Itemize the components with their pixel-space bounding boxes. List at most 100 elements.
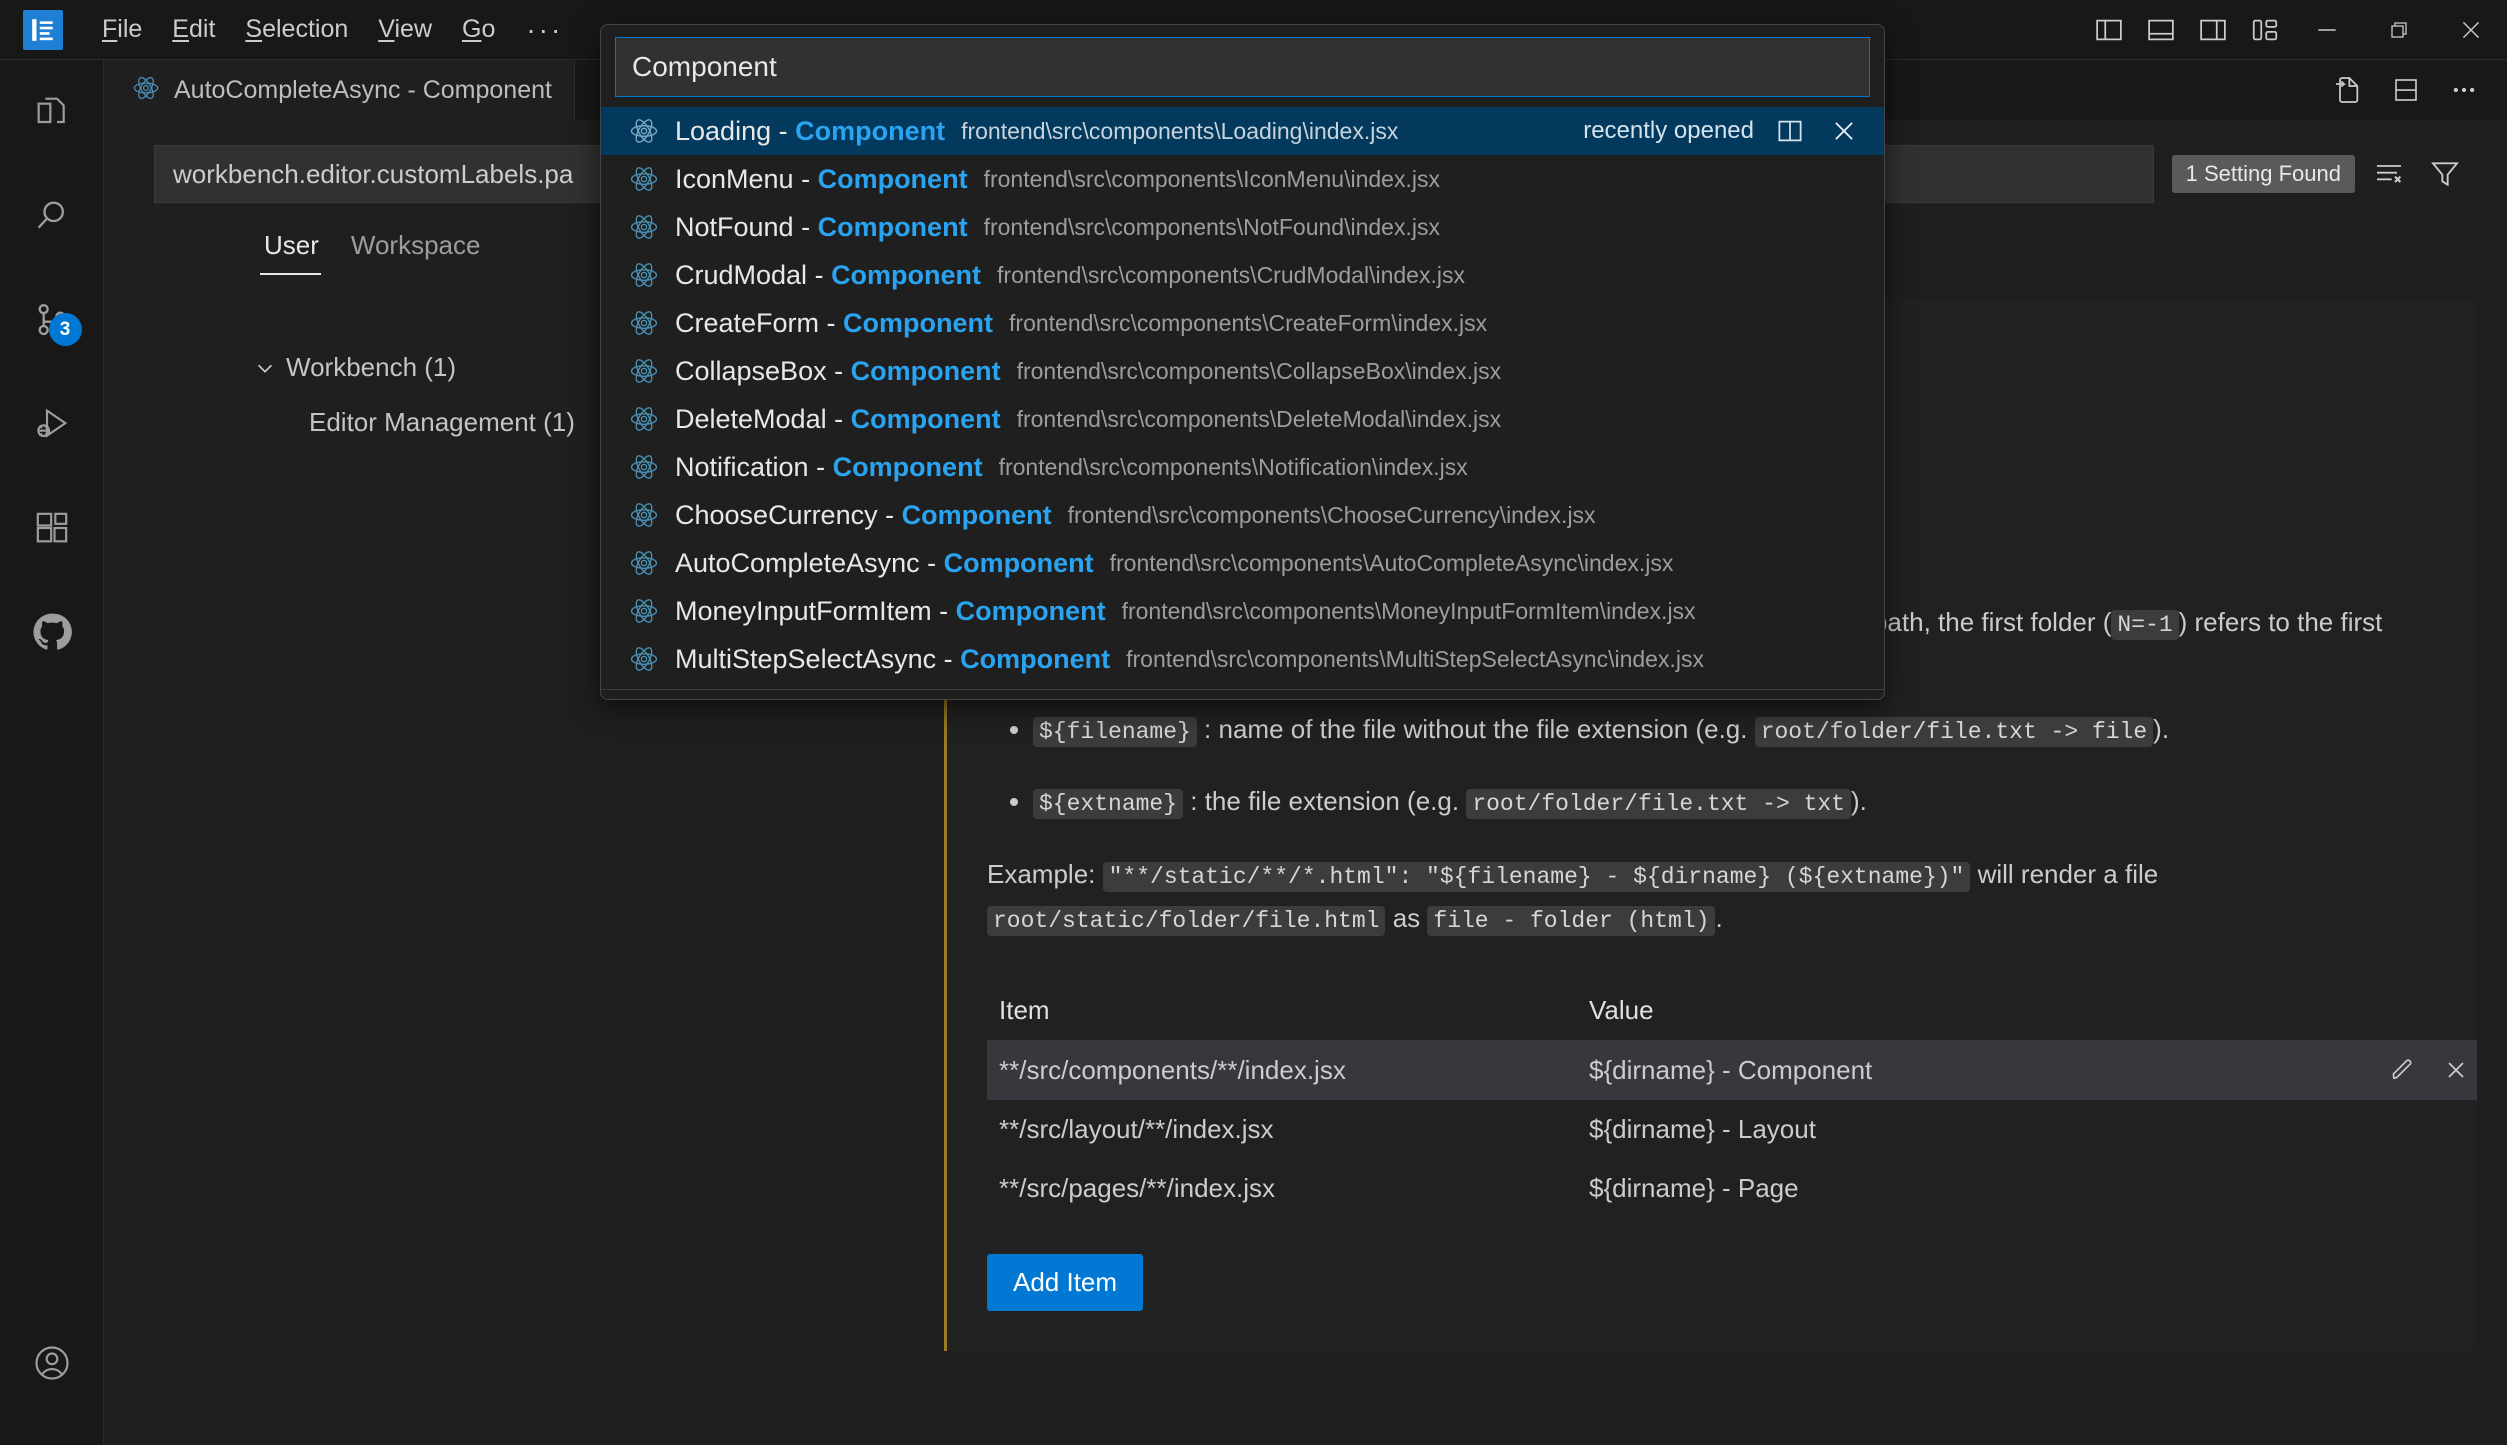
example-label: Example: bbox=[987, 859, 1103, 889]
window-minimize-button[interactable] bbox=[2291, 0, 2363, 60]
quick-open-item-path: frontend\src\components\CollapseBox\inde… bbox=[1017, 358, 1502, 385]
quick-open-item-name: IconMenu - Component bbox=[675, 164, 968, 195]
menu-file-rest: ile bbox=[117, 15, 142, 43]
sidebar-item-explorer[interactable] bbox=[0, 60, 104, 164]
customize-layout-icon[interactable] bbox=[2239, 6, 2291, 54]
sidebar-item-accounts[interactable] bbox=[0, 1311, 104, 1415]
bullet-filename-code: ${filename} bbox=[1033, 717, 1197, 747]
quick-open-item-path: frontend\src\components\Notification\ind… bbox=[999, 454, 1468, 481]
quick-open-item-path: frontend\src\components\MultiStepSelectA… bbox=[1126, 646, 1704, 673]
tab-settings-editor[interactable]: AutoCompleteAsync - Component bbox=[104, 60, 575, 120]
quick-open-item-name: AutoCompleteAsync - Component bbox=[675, 548, 1094, 579]
table-row[interactable]: **/src/pages/**/index.jsx ${dirname} - P… bbox=[987, 1159, 2477, 1218]
open-settings-json-icon[interactable] bbox=[2323, 65, 2373, 115]
quick-open-input[interactable] bbox=[615, 37, 1870, 97]
react-icon bbox=[629, 116, 659, 146]
quick-open-item-path: frontend\src\components\IconMenu\index.j… bbox=[984, 166, 1440, 193]
react-icon bbox=[629, 260, 659, 290]
tab-user[interactable]: User bbox=[254, 220, 341, 275]
quick-open-item-name: DeleteModal - Component bbox=[675, 404, 1001, 435]
menu-selection[interactable]: Selection bbox=[230, 11, 363, 48]
quick-open-item[interactable]: AutoCompleteAsync - Component frontend\s… bbox=[601, 539, 1884, 587]
sidebar-item-search[interactable] bbox=[0, 164, 104, 268]
example-code-3: file - folder (html) bbox=[1427, 906, 1715, 936]
settings-result-count: 1 Setting Found bbox=[2172, 155, 2355, 193]
qp-name-4: CreateForm bbox=[675, 308, 819, 338]
quick-open-item-name: Loading - Component bbox=[675, 116, 945, 147]
react-icon bbox=[629, 596, 659, 626]
bullet-extname-code: ${extname} bbox=[1033, 789, 1183, 819]
toggle-panel-icon[interactable] bbox=[2135, 6, 2187, 54]
sidebar-item-extensions[interactable] bbox=[0, 476, 104, 580]
quick-open-item[interactable]: NotFound - Component frontend\src\compon… bbox=[601, 203, 1884, 251]
qp-name-5: CollapseBox bbox=[675, 356, 827, 386]
sidebar-item-run-and-debug[interactable] bbox=[0, 372, 104, 476]
window-restore-button[interactable] bbox=[2363, 0, 2435, 60]
menu-view-rest: iew bbox=[394, 15, 432, 43]
quick-open-item[interactable]: CreateForm - Component frontend\src\comp… bbox=[601, 299, 1884, 347]
row-item: **/src/layout/**/index.jsx bbox=[999, 1114, 1589, 1145]
quick-open-item-name: CrudModal - Component bbox=[675, 260, 981, 291]
qp-hl-9: Component bbox=[944, 548, 1094, 578]
desc-code-nm1: N=-1 bbox=[2111, 610, 2178, 640]
column-header-value: Value bbox=[1589, 995, 2477, 1026]
quick-open-item-path: frontend\src\components\Loading\index.js… bbox=[961, 118, 1398, 145]
setting-description-bullets: ${filename} : name of the file without t… bbox=[1033, 710, 2437, 821]
quick-open-item[interactable]: CrudModal - Component frontend\src\compo… bbox=[601, 251, 1884, 299]
toggle-secondary-sidebar-icon[interactable] bbox=[2187, 6, 2239, 54]
editor-tab-actions bbox=[2323, 60, 2489, 120]
quick-open-item[interactable]: MoneyInputFormItem - Component frontend\… bbox=[601, 587, 1884, 635]
table-row[interactable]: **/src/layout/**/index.jsx ${dirname} - … bbox=[987, 1100, 2477, 1159]
activity-bar: 3 bbox=[0, 60, 104, 1445]
sidebar-item-github[interactable] bbox=[0, 580, 104, 684]
menu-go[interactable]: Go bbox=[447, 11, 510, 48]
quick-open-item[interactable]: CollapseBox - Component frontend\src\com… bbox=[601, 347, 1884, 395]
toc-item-editor-management-label: Editor Management (1) bbox=[309, 407, 575, 438]
clear-settings-search-icon[interactable] bbox=[2367, 152, 2411, 196]
tab-workspace[interactable]: Workspace bbox=[341, 220, 503, 275]
bullet-filename: ${filename} : name of the file without t… bbox=[1033, 710, 2437, 750]
quick-open-item[interactable]: MultiStepSelectAsync - Component fronten… bbox=[601, 635, 1884, 683]
quick-open-item[interactable]: Notification - Component frontend\src\co… bbox=[601, 443, 1884, 491]
settings-scope-tabs: User Workspace bbox=[254, 220, 502, 275]
quick-open-separator bbox=[601, 689, 1884, 690]
qp-hl-2: Component bbox=[818, 212, 968, 242]
tab-label: AutoCompleteAsync - Component bbox=[174, 76, 552, 105]
qp-name-1: IconMenu bbox=[675, 164, 794, 194]
menu-edit[interactable]: Edit bbox=[157, 11, 230, 48]
menu-overflow-button[interactable]: ··· bbox=[510, 14, 579, 46]
open-to-the-side-icon[interactable] bbox=[1772, 113, 1808, 149]
edit-item-icon[interactable] bbox=[2387, 1055, 2417, 1085]
example-code-1: "**/static/**/*.html": "${filename} - ${… bbox=[1103, 862, 1971, 892]
recently-opened-label: recently opened bbox=[1583, 117, 1754, 145]
quick-open-item-name: MoneyInputFormItem - Component bbox=[675, 596, 1106, 627]
filter-icon[interactable] bbox=[2423, 152, 2467, 196]
quick-open-item-name: MultiStepSelectAsync - Component bbox=[675, 644, 1110, 675]
quick-open-item[interactable]: DeleteModal - Component frontend\src\com… bbox=[601, 395, 1884, 443]
table-row[interactable]: **/src/components/**/index.jsx ${dirname… bbox=[987, 1041, 2477, 1100]
window-close-button[interactable] bbox=[2435, 0, 2507, 60]
react-icon bbox=[629, 644, 659, 674]
split-editor-down-icon[interactable] bbox=[2381, 65, 2431, 115]
menu-view[interactable]: View bbox=[363, 11, 447, 48]
menu-file[interactable]: File bbox=[87, 11, 157, 48]
row-item: **/src/components/**/index.jsx bbox=[999, 1055, 1589, 1086]
toggle-primary-sidebar-icon[interactable] bbox=[2083, 6, 2135, 54]
row-item: **/src/pages/**/index.jsx bbox=[999, 1173, 1589, 1204]
more-actions-icon[interactable] bbox=[2439, 65, 2489, 115]
quick-open-item[interactable]: Tag - Component frontend\src\components\… bbox=[601, 696, 1884, 699]
remove-item-icon[interactable] bbox=[2441, 1055, 2471, 1085]
bullet-filename-text: : name of the file without the file exte… bbox=[1197, 714, 1755, 744]
remove-from-recently-opened-icon[interactable] bbox=[1826, 113, 1862, 149]
quick-open-item[interactable]: IconMenu - Component frontend\src\compon… bbox=[601, 155, 1884, 203]
menu-selection-rest: election bbox=[262, 15, 348, 43]
sidebar-item-source-control[interactable]: 3 bbox=[0, 268, 104, 372]
chevron-down-icon bbox=[254, 357, 276, 379]
quick-open-item-name: CreateForm - Component bbox=[675, 308, 993, 339]
quick-open-input-wrap bbox=[601, 25, 1884, 107]
quick-open-item[interactable]: ChooseCurrency - Component frontend\src\… bbox=[601, 491, 1884, 539]
add-item-button[interactable]: Add Item bbox=[987, 1254, 1143, 1311]
example-mid-1: will render a file bbox=[1970, 859, 2158, 889]
quick-open-item[interactable]: Loading - Component frontend\src\compone… bbox=[601, 107, 1884, 155]
qp-name-3: CrudModal bbox=[675, 260, 807, 290]
